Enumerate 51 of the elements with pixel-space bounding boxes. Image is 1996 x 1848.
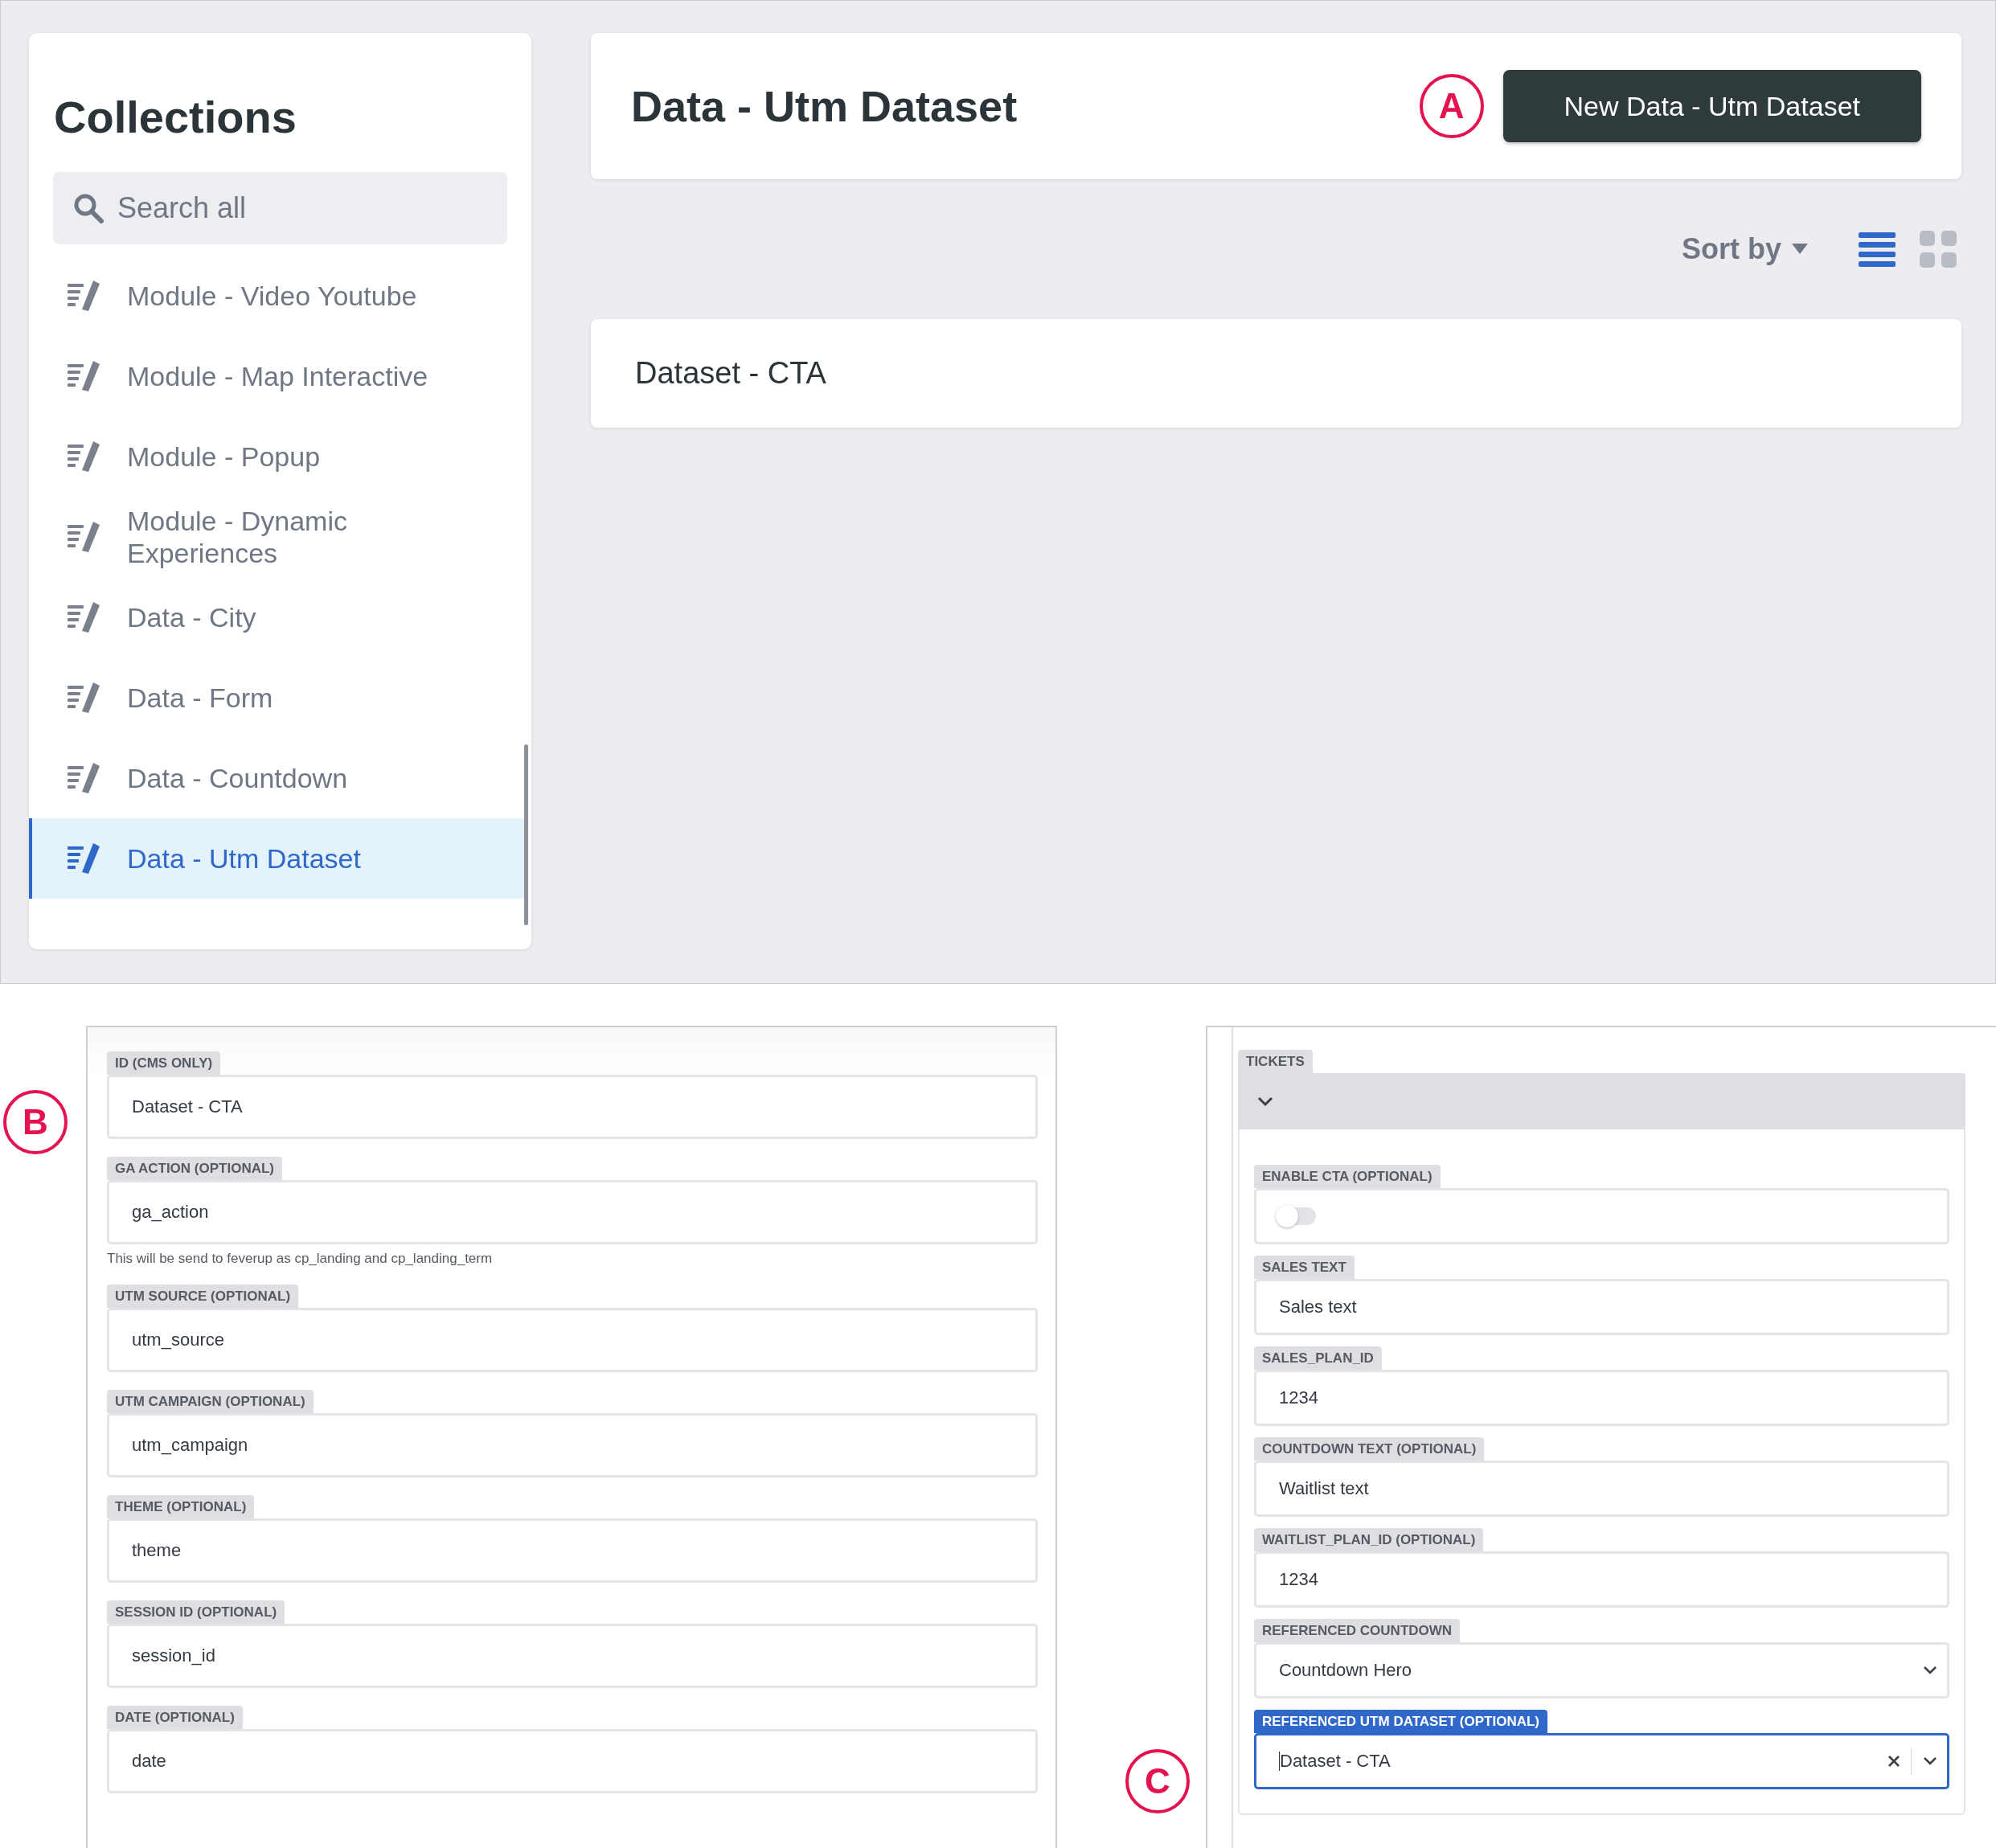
field-label: REFERENCED COUNTDOWN <box>1254 1619 1461 1642</box>
field-label: THEME (OPTIONAL) <box>107 1495 255 1518</box>
sidebar-item[interactable]: Module - Popup <box>29 416 527 497</box>
text-field[interactable]: 1234 <box>1254 1551 1949 1608</box>
field-label: WAITLIST_PLAN_ID (OPTIONAL) <box>1254 1528 1484 1551</box>
chevron-icon[interactable] <box>1923 1756 1937 1766</box>
select-field[interactable]: Countdown Hero <box>1254 1642 1949 1698</box>
scrollbar-thumb[interactable] <box>524 744 528 925</box>
text-field[interactable]: date <box>107 1729 1038 1793</box>
text-field[interactable]: 1234 <box>1254 1370 1949 1426</box>
sidebar-title: Collections <box>54 91 297 143</box>
caret-icon <box>1791 244 1809 255</box>
page-title: Data - Utm Dataset <box>631 81 1018 131</box>
field-label: UTM CAMPAIGN (OPTIONAL) <box>107 1390 314 1413</box>
field-label: ID (CMS ONLY) <box>107 1051 221 1075</box>
entry-card[interactable]: Dataset - CTA <box>591 319 1961 428</box>
text-field[interactable]: Dataset - CTA <box>107 1075 1038 1139</box>
sidebar-item[interactable]: Module - Video Youtube <box>29 256 527 336</box>
new-item-button[interactable]: New Data - Utm Dataset <box>1502 70 1921 142</box>
text-field[interactable]: Waitlist text <box>1254 1461 1949 1517</box>
field-label: REFERENCED UTM DATASET (OPTIONAL) <box>1254 1710 1548 1733</box>
text-field[interactable]: utm_source <box>107 1308 1038 1372</box>
text-field[interactable]: theme <box>107 1518 1038 1583</box>
field-hint: This will be send to feverup as cp_landing and cp_landing_term <box>107 1251 494 1267</box>
annotation-marker: B <box>3 1090 68 1154</box>
text-field[interactable]: Sales text <box>1254 1279 1949 1335</box>
select-field[interactable]: Dataset - CTA <box>1254 1733 1949 1789</box>
sidebar-item[interactable]: Module - Map Interactive <box>29 336 527 416</box>
field-label: DATE (OPTIONAL) <box>107 1706 243 1729</box>
text-field[interactable]: utm_campaign <box>107 1413 1038 1477</box>
search-field[interactable]: Search all <box>53 172 507 244</box>
sidebar-item[interactable]: Data - Countdown <box>29 738 527 818</box>
text-field[interactable]: ga_action <box>107 1180 1038 1244</box>
field-label: COUNTDOWN TEXT (OPTIONAL) <box>1254 1437 1485 1461</box>
list-view-icon[interactable] <box>1859 231 1896 268</box>
clear-icon[interactable] <box>1888 1756 1900 1767</box>
sidebar-item[interactable]: Module - Dynamic Experiences <box>29 497 527 577</box>
field-label: ENABLE CTA (OPTIONAL) <box>1254 1165 1441 1188</box>
field-label: SALES_PLAN_ID <box>1254 1346 1382 1370</box>
annotation-marker: A <box>1419 74 1484 138</box>
field-label: GA ACTION (OPTIONAL) <box>107 1157 282 1180</box>
annotation-marker: C <box>1125 1749 1190 1813</box>
text-field[interactable]: session_id <box>107 1624 1038 1688</box>
section-label: TICKETS <box>1238 1050 1313 1073</box>
sidebar-item[interactable]: Data - Form <box>29 658 527 738</box>
sort-dropdown[interactable]: Sort by <box>1677 232 1814 267</box>
field-label: SESSION ID (OPTIONAL) <box>107 1600 285 1624</box>
field-label: SALES TEXT <box>1254 1256 1355 1279</box>
sidebar-item[interactable]: Data - City <box>29 577 527 658</box>
chevron-icon[interactable] <box>1923 1666 1937 1675</box>
field-label: UTM SOURCE (OPTIONAL) <box>107 1285 299 1308</box>
